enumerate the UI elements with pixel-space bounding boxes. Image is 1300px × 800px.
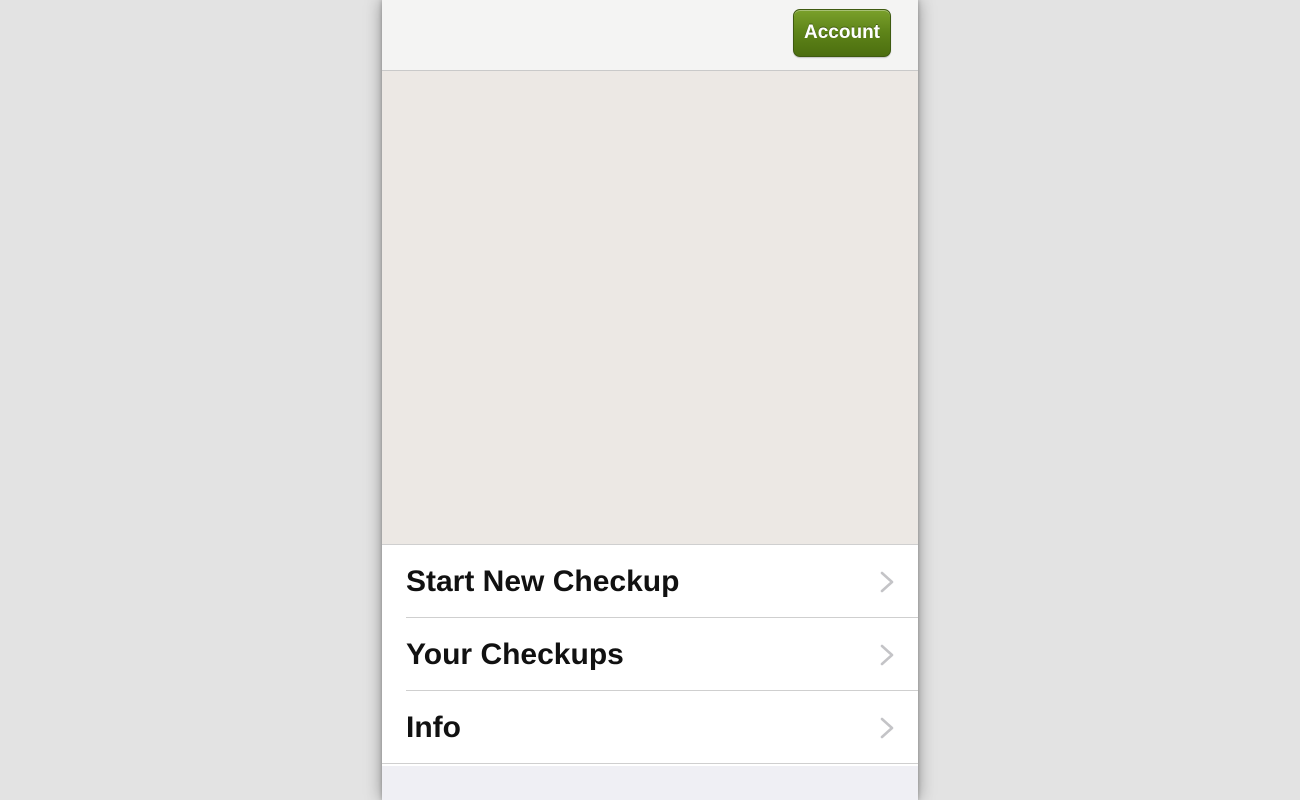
menu-item-label: Start New Checkup [406,565,680,598]
menu-item-your-checkups[interactable]: Your Checkups [382,618,918,691]
row-separator [382,763,918,764]
content-area [382,71,918,545]
menu-item-info[interactable]: Info [382,691,918,764]
chevron-right-icon [880,717,894,739]
chevron-right-icon [880,571,894,593]
menu-item-label: Your Checkups [406,638,624,671]
menu-item-label: Info [406,711,461,744]
navigation-bar: Account [382,0,918,71]
menu-list: Start New Checkup Your Checkups Info [382,545,918,764]
chevron-right-icon [880,644,894,666]
menu-item-start-new-checkup[interactable]: Start New Checkup [382,545,918,618]
footer-area [382,766,918,800]
app-window: Account Start New Checkup Your Checkups … [382,0,918,800]
account-button[interactable]: Account [793,9,891,57]
